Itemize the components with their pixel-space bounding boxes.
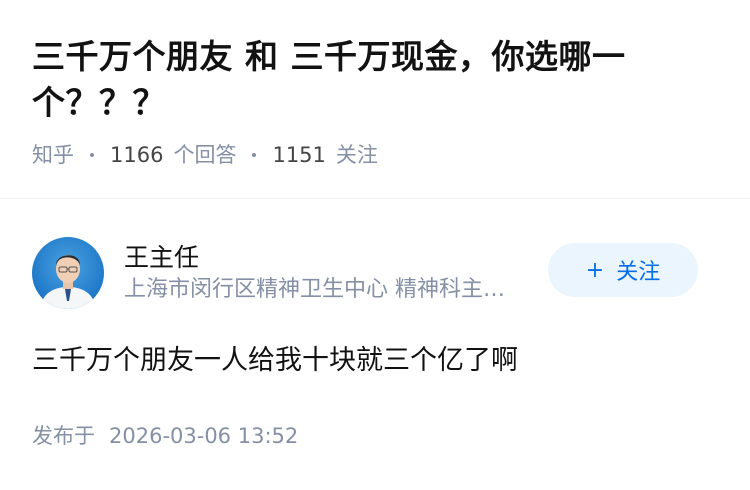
answer-count-stat[interactable]: 1166 个回答	[110, 140, 236, 170]
answer-count: 1166	[110, 143, 164, 167]
question-header: 三千万个朋友 和 三千万现金，你选哪一个？？？ 知乎 1166 个回答 1151 关…	[0, 0, 750, 199]
answer-count-label: 个回答	[173, 143, 237, 167]
author-row: 王主任 上海市闵行区精神卫生中心 精神科主任医师 + 关注	[32, 233, 718, 313]
answer-content[interactable]: 三千万个朋友一人给我十块就三个亿了啊	[32, 341, 718, 381]
author-info: 王主任 上海市闵行区精神卫生中心 精神科主任医师	[124, 241, 514, 305]
avatar-portrait	[40, 255, 96, 309]
published-time: 2026-03-06 13:52	[109, 424, 299, 448]
source-label[interactable]: 知乎	[32, 140, 74, 170]
answer-card: 王主任 上海市闵行区精神卫生中心 精神科主任医师 + 关注 三千万个朋友一人给我…	[0, 199, 750, 451]
avatar[interactable]	[32, 237, 104, 309]
follow-button[interactable]: + 关注	[548, 243, 698, 297]
separator-dot	[90, 153, 94, 157]
follow-button-label: 关注	[616, 260, 661, 285]
question-meta: 知乎 1166 个回答 1151 关注	[32, 140, 718, 170]
follower-count: 1151	[272, 143, 326, 167]
author-bio: 上海市闵行区精神卫生中心 精神科主任医师	[124, 277, 514, 302]
follower-count-stat[interactable]: 1151 关注	[272, 140, 377, 170]
plus-icon: +	[585, 257, 605, 283]
zhihu-answer-page: 三千万个朋友 和 三千万现金，你选哪一个？？？ 知乎 1166 个回答 1151 关…	[0, 0, 750, 490]
separator-dot	[252, 153, 257, 157]
published-label: 发布于	[32, 424, 95, 448]
author-name[interactable]: 王主任	[124, 241, 514, 275]
answer-time: 发布于 2026-03-06 13:52	[32, 421, 718, 451]
question-title[interactable]: 三千万个朋友 和 三千万现金，你选哪一个？？？	[32, 34, 718, 126]
follower-count-label: 关注	[335, 143, 378, 167]
